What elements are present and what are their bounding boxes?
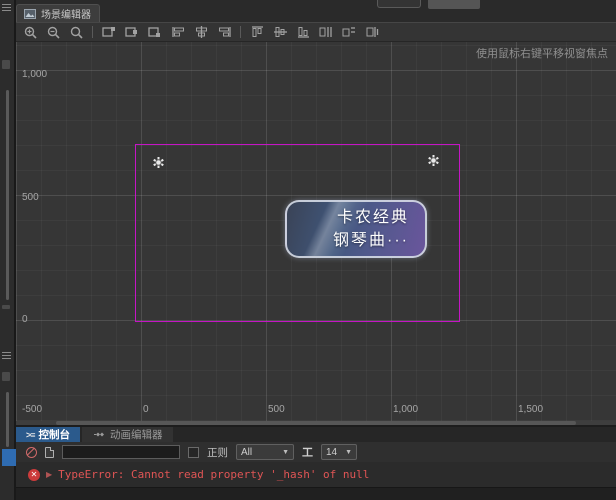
left-panel-scrollbar[interactable] <box>6 90 9 300</box>
panel-menu-icon[interactable] <box>2 352 11 359</box>
console-filter-input[interactable] <box>62 445 180 459</box>
scene-song-button[interactable]: 卡农经典 钢琴曲··· <box>285 200 427 258</box>
align-bottom-icon[interactable] <box>296 25 310 39</box>
chevron-down-icon: ▼ <box>282 448 289 456</box>
tab-label: 控制台 <box>38 429 71 441</box>
align-h-center-icon[interactable] <box>194 25 208 39</box>
song-title-line1: 卡农经典 <box>336 208 409 226</box>
align-v-center-icon[interactable] <box>273 25 287 39</box>
tab-label: 场景编辑器 <box>41 10 91 21</box>
ruler-x-label: 1,000 <box>393 404 419 415</box>
font-size-dropdown[interactable]: 14 ▼ <box>321 444 357 460</box>
ruler-x-label: 0 <box>143 404 149 415</box>
ruler-y-label: 1,000 <box>22 69 48 80</box>
ruler-y-label: 500 <box>22 192 39 203</box>
console-tab-bar: >≡ 控制台 动画编辑器 <box>16 427 616 442</box>
toolbar-separator <box>92 26 93 38</box>
scene-canvas[interactable]: 使用鼠标右键平移视窗焦点 1,000 500 0 -500 0 500 1,00… <box>16 42 616 421</box>
ruler-y-label: 0 <box>22 314 28 325</box>
zoom-reset-icon[interactable] <box>69 25 83 39</box>
anchor-top-left-icon[interactable] <box>102 25 116 39</box>
align-left-icon[interactable] <box>171 25 185 39</box>
background-window-tab <box>428 0 480 9</box>
align-right-icon[interactable] <box>217 25 231 39</box>
left-panel-scrollbar[interactable] <box>6 392 9 447</box>
log-level-value: All <box>241 446 253 458</box>
tab-scene-editor[interactable]: 场景编辑器 <box>16 4 100 22</box>
tab-animation-editor[interactable]: 动画编辑器 <box>82 427 173 442</box>
regex-checkbox[interactable] <box>188 446 199 458</box>
scene-toolbar <box>16 22 616 42</box>
panel-fragment <box>2 372 10 381</box>
animation-icon <box>92 428 106 442</box>
terminal-icon: >≡ <box>26 429 35 440</box>
console-error-row[interactable]: ✕ ▶ TypeError: Cannot read property '_ha… <box>16 462 616 487</box>
zoom-in-icon[interactable] <box>23 25 37 39</box>
distribute-edge-icon[interactable] <box>365 25 379 39</box>
log-file-icon[interactable] <box>45 446 54 458</box>
background-window-tab <box>377 0 421 8</box>
panel-fragment <box>2 305 10 309</box>
console-empty-area <box>16 487 616 500</box>
ruler-x-label: 1,500 <box>518 404 544 415</box>
error-icon: ✕ <box>28 468 40 481</box>
panel-fragment <box>2 60 10 69</box>
selected-item-edge <box>2 449 16 466</box>
expand-arrow-icon[interactable]: ▶ <box>46 470 52 479</box>
distribute-h-icon[interactable] <box>319 25 333 39</box>
toolbar-separator <box>240 26 241 38</box>
gear-node-icon[interactable] <box>152 156 165 169</box>
align-top-icon[interactable] <box>250 25 264 39</box>
font-size-value: 14 <box>326 446 338 458</box>
distribute-v-icon[interactable] <box>342 25 356 39</box>
font-size-icon: 工 <box>302 447 313 459</box>
anchor-bottom-left-icon[interactable] <box>148 25 162 39</box>
tab-console[interactable]: >≡ 控制台 <box>16 427 81 442</box>
left-panel-edge <box>0 0 16 500</box>
chevron-down-icon: ▼ <box>345 448 352 456</box>
zoom-out-icon[interactable] <box>46 25 60 39</box>
image-icon <box>23 7 37 21</box>
tab-label: 动画编辑器 <box>110 429 163 441</box>
anchor-center-icon[interactable] <box>125 25 139 39</box>
error-message: TypeError: Cannot read property '_hash' … <box>58 468 370 481</box>
pan-hint-text: 使用鼠标右键平移视窗焦点 <box>476 48 608 60</box>
editor-window: 场景编辑器 使用鼠标右键平移视窗焦点 1,000 500 0 -500 0 50… <box>0 0 616 500</box>
ruler-x-label: -500 <box>22 404 43 415</box>
log-level-dropdown[interactable]: All ▼ <box>236 444 294 460</box>
clear-console-icon[interactable] <box>26 446 37 458</box>
regex-label: 正则 <box>207 446 228 459</box>
console-toolbar: 正则 All ▼ 工 14 ▼ <box>16 442 616 462</box>
panel-menu-icon[interactable] <box>2 4 11 11</box>
ruler-x-label: 500 <box>268 404 285 415</box>
gear-node-icon[interactable] <box>427 154 440 167</box>
song-title-line2: 钢琴曲··· <box>333 232 409 249</box>
